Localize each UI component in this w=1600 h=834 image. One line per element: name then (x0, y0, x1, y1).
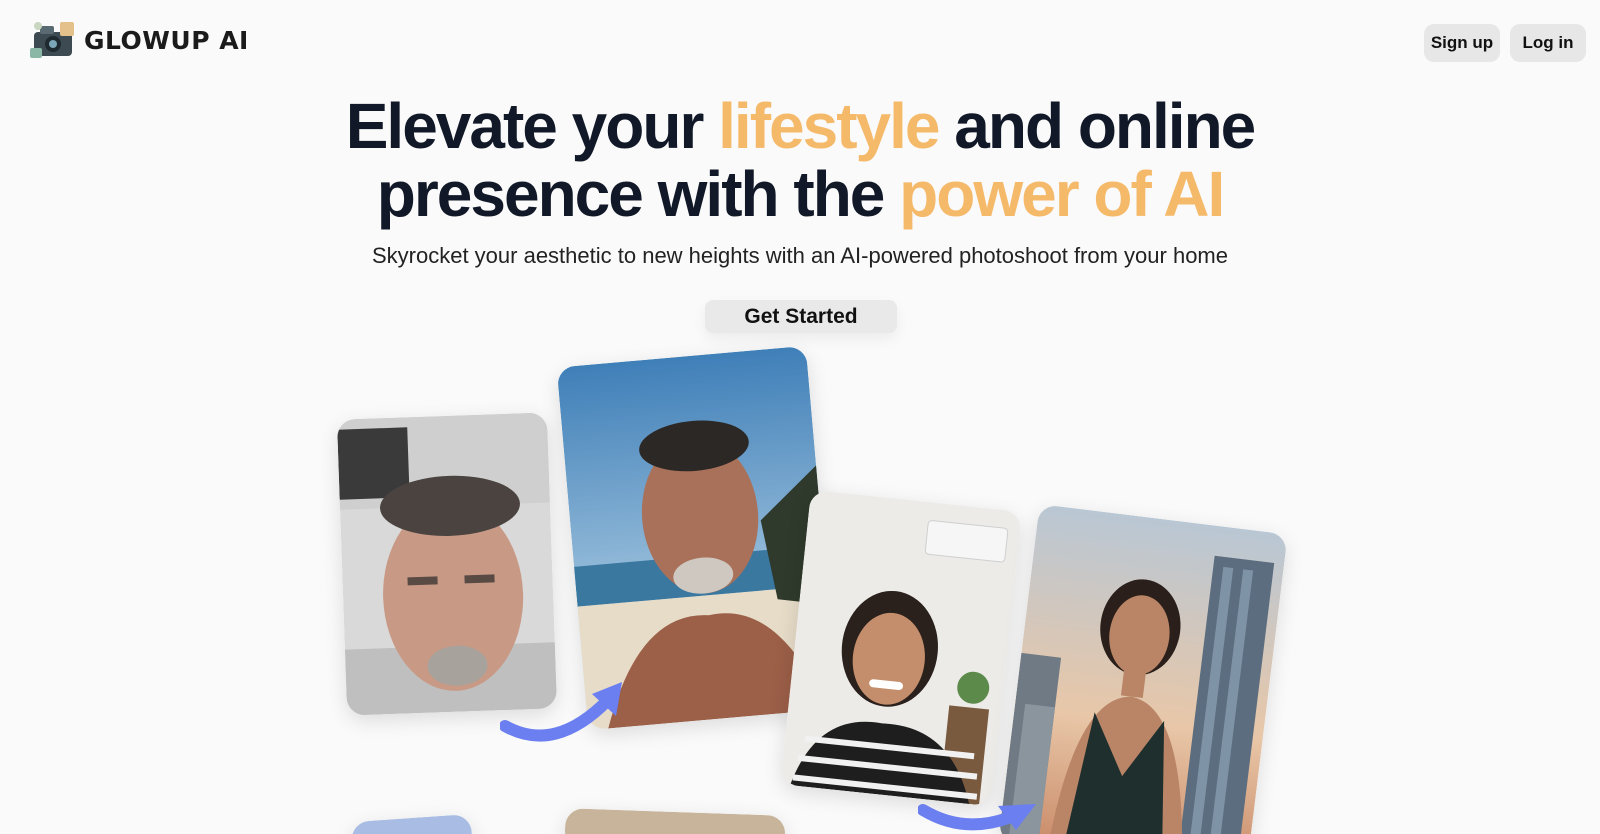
headline-text: Elevate your (345, 90, 719, 162)
before-photo-woman (780, 489, 1022, 807)
top-nav: GLOWUP AI Sign up Log in (0, 0, 1600, 84)
hero-subtitle: Skyrocket your aesthetic to new heights … (371, 243, 1228, 268)
headline-text: presence with the (376, 158, 900, 230)
gallery-photo-partial (564, 808, 786, 834)
gallery-photo-partial (350, 813, 474, 834)
curved-arrow-icon (918, 804, 1036, 831)
brand-name: GLOWUP AI (84, 25, 249, 55)
headline-accent-power: power of AI (899, 158, 1225, 230)
after-photo-woman-city (998, 504, 1288, 834)
headline-text: and online (938, 90, 1256, 162)
get-started-button[interactable]: Get Started (705, 300, 897, 333)
hero-headline: Elevate your lifestyle and online presen… (0, 92, 1600, 228)
login-button[interactable]: Log in (1510, 24, 1586, 62)
before-photo-man (336, 412, 558, 716)
signup-button[interactable]: Sign up (1424, 24, 1500, 62)
camera-collage-icon (30, 22, 74, 58)
headline-accent-lifestyle: lifestyle (718, 90, 940, 162)
brand-logo[interactable]: GLOWUP AI (30, 18, 249, 62)
curved-arrow-icon (500, 682, 622, 742)
